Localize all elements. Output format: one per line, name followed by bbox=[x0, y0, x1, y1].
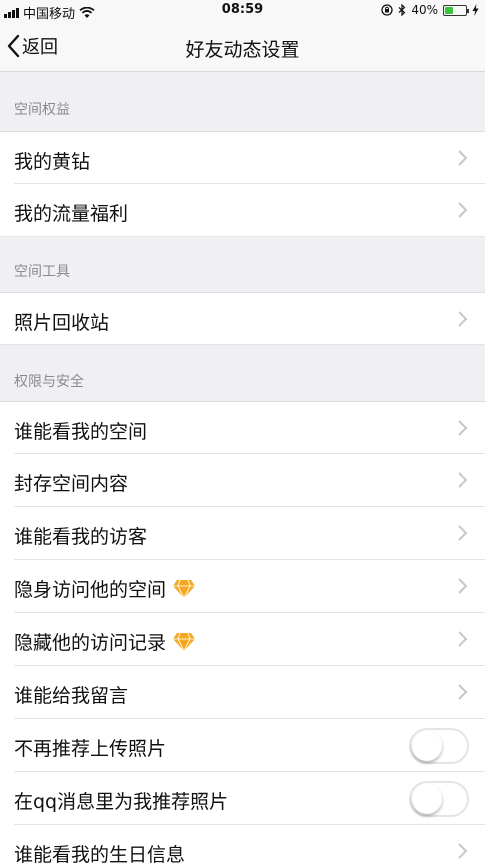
list-item-stealth-visit[interactable]: 隐身访问他的空间 bbox=[0, 560, 485, 613]
page-title: 好友动态设置 bbox=[185, 39, 300, 61]
battery-icon bbox=[443, 4, 469, 16]
diamond-icon bbox=[173, 579, 196, 599]
battery-level bbox=[445, 6, 453, 14]
list-item-qq-recommend-photos: 在qq消息里为我推荐照片 bbox=[0, 772, 485, 825]
chevron-right-icon bbox=[458, 525, 468, 541]
list-item-who-can-leave-message[interactable]: 谁能给我留言 bbox=[0, 666, 485, 719]
list-item-birthday-visibility[interactable]: 谁能看我的生日信息 bbox=[0, 825, 485, 864]
chevron-right-icon bbox=[458, 150, 468, 166]
chevron-right-icon bbox=[458, 684, 468, 700]
chevron-right-icon bbox=[458, 578, 468, 594]
chevron-right-icon bbox=[458, 202, 468, 218]
list-item-label: 照片回收站 bbox=[14, 312, 110, 334]
status-right: 40% bbox=[381, 3, 479, 17]
toggle-knob bbox=[412, 731, 442, 761]
status-bar: 中国移动 08:59 40% bbox=[0, 0, 485, 22]
list-item-label: 我的黄钻 bbox=[14, 151, 91, 173]
list-item-label: 我的流量福利 bbox=[14, 203, 129, 225]
recommend-upload-toggle[interactable] bbox=[409, 728, 469, 764]
chevron-right-icon bbox=[458, 631, 468, 647]
chevron-right-icon bbox=[458, 472, 468, 488]
list-item-label: 封存空间内容 bbox=[14, 473, 129, 495]
list-item-data-benefits[interactable]: 我的流量福利 bbox=[0, 184, 485, 237]
orientation-lock-icon bbox=[381, 4, 393, 16]
list-item-yellow-diamond[interactable]: 我的黄钻 bbox=[0, 131, 485, 184]
list-item-label: 谁能给我留言 bbox=[14, 685, 129, 707]
list-item-label: 谁能看我的生日信息 bbox=[14, 844, 186, 864]
list-item-hide-visit-record[interactable]: 隐藏他的访问记录 bbox=[0, 613, 485, 666]
list-item-stop-recommend-upload: 不再推荐上传照片 bbox=[0, 719, 485, 772]
bluetooth-icon bbox=[398, 4, 406, 16]
diamond-icon bbox=[173, 632, 196, 652]
list-item-archive-content[interactable]: 封存空间内容 bbox=[0, 454, 485, 507]
battery-percent: 40% bbox=[411, 3, 438, 17]
nav-bar: 返回 好友动态设置 bbox=[0, 22, 485, 72]
list-item-who-can-see-visitors[interactable]: 谁能看我的访客 bbox=[0, 507, 485, 560]
chevron-right-icon bbox=[458, 420, 468, 436]
list-item-label: 隐藏他的访问记录 bbox=[14, 628, 196, 655]
list-item-label: 谁能看我的访客 bbox=[14, 526, 148, 548]
toggle-knob bbox=[412, 784, 442, 814]
list-item-who-can-see-space[interactable]: 谁能看我的空间 bbox=[0, 401, 485, 454]
qq-recommend-toggle[interactable] bbox=[409, 781, 469, 817]
list-item-label: 谁能看我的空间 bbox=[14, 421, 148, 443]
section-header-privacy: 权限与安全 bbox=[14, 374, 84, 390]
list-item-label: 隐身访问他的空间 bbox=[14, 575, 196, 602]
list-item-label: 不再推荐上传照片 bbox=[14, 738, 167, 760]
section-header-tools: 空间工具 bbox=[14, 264, 70, 280]
charging-icon bbox=[472, 4, 479, 16]
chevron-right-icon bbox=[458, 843, 468, 859]
section-header-rights: 空间权益 bbox=[14, 102, 70, 118]
chevron-right-icon bbox=[458, 311, 468, 327]
list-item-photo-recycle-bin[interactable]: 照片回收站 bbox=[0, 292, 485, 345]
list-item-label: 在qq消息里为我推荐照片 bbox=[14, 791, 229, 813]
